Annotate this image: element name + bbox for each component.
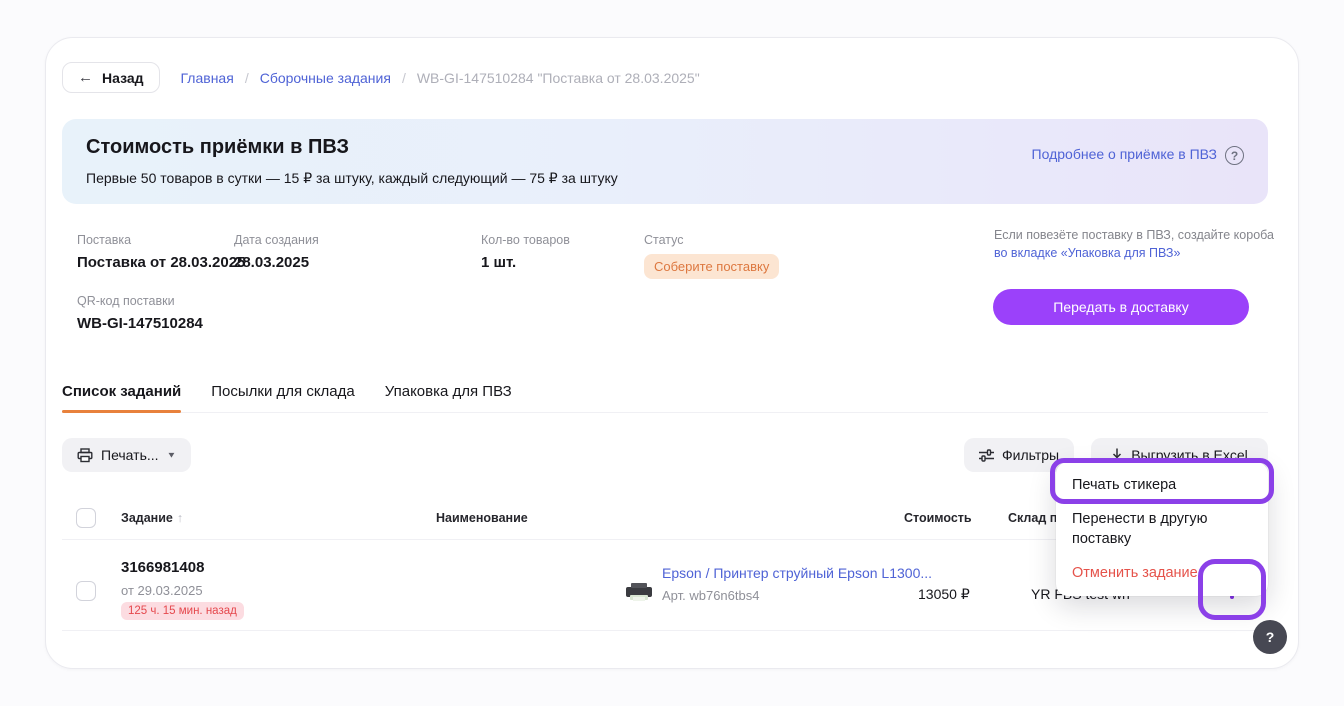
status-badge: Соберите поставку <box>644 254 779 279</box>
tab-pvz-packing[interactable]: Упаковка для ПВЗ <box>385 383 512 412</box>
menu-item-cancel-task[interactable]: Отменить задание <box>1056 556 1268 590</box>
breadcrumb: Главная / Сборочные задания / WB-GI-1475… <box>181 70 700 86</box>
select-all-checkbox[interactable] <box>76 508 96 528</box>
task-date: от 29.03.2025 <box>121 583 203 598</box>
sort-up-icon: ↑ <box>177 511 183 525</box>
breadcrumb-assembly-tasks[interactable]: Сборочные задания <box>260 70 391 86</box>
breadcrumb-separator: / <box>402 70 406 86</box>
tab-bar: Список заданий Посылки для склада Упаков… <box>62 383 1268 413</box>
banner-title: Стоимость приёмки в ПВЗ <box>86 136 618 159</box>
field-label: Дата создания <box>234 233 319 247</box>
field-label: Поставка <box>77 233 245 247</box>
export-button-label: Выгрузить в Excel <box>1131 447 1248 463</box>
row-actions-menu: Печать стикера Перенести в другую постав… <box>1056 462 1268 596</box>
filters-button-label: Фильтры <box>1002 447 1059 463</box>
field-supply: Поставка Поставка от 28.03.2025 <box>77 233 245 271</box>
field-value: 1 шт. <box>481 254 570 271</box>
field-items-count: Кол-во товаров 1 шт. <box>481 233 570 271</box>
product-link[interactable]: Epson / Принтер струйный Epson L1300... <box>662 565 932 581</box>
field-label: Статус <box>644 233 779 247</box>
task-id: 3166981408 <box>121 559 204 576</box>
back-button[interactable]: ← Назад <box>62 62 160 93</box>
filters-icon <box>979 449 994 462</box>
field-value: 28.03.2025 <box>234 254 319 271</box>
breadcrumb-current: WB-GI-147510284 "Поставка от 28.03.2025" <box>417 70 700 86</box>
overdue-badge: 125 ч. 15 мин. назад <box>121 602 244 620</box>
field-value: Поставка от 28.03.2025 <box>77 254 245 271</box>
tab-warehouse-parcels[interactable]: Посылки для склада <box>211 383 354 412</box>
chevron-down-icon: ▼ <box>167 451 177 460</box>
product-thumbnail-printer <box>623 580 655 604</box>
product-article: Арт. wb76n6tbs4 <box>662 588 759 603</box>
pvz-details-link[interactable]: Подробнее о приёмке в ПВЗ <box>1032 146 1217 162</box>
banner-link-block: Подробнее о приёмке в ПВЗ ? <box>1032 146 1244 204</box>
print-dropdown-button[interactable]: Печать... ▼ <box>62 438 191 472</box>
field-label: QR-код поставки <box>77 294 203 308</box>
field-qr-code: QR-код поставки WB-GI-147510284 <box>77 294 203 332</box>
back-button-label: Назад <box>102 70 144 86</box>
field-label: Кол-во товаров <box>481 233 570 247</box>
page-background: ← Назад Главная / Сборочные задания / WB… <box>0 0 1344 706</box>
question-circle-icon[interactable]: ? <box>1225 146 1244 165</box>
hint-text: Если повезёте поставку в ПВЗ, создайте к… <box>994 228 1274 242</box>
breadcrumb-row: ← Назад Главная / Сборочные задания / WB… <box>62 62 700 93</box>
table-row-divider <box>62 630 1268 631</box>
packing-tab-link[interactable]: во вкладке «Упаковка для ПВЗ» <box>994 246 1180 260</box>
menu-item-print-sticker[interactable]: Печать стикера <box>1056 468 1268 502</box>
menu-item-move-to-supply[interactable]: Перенести в другую поставку <box>1056 502 1268 556</box>
download-icon <box>1111 448 1123 462</box>
printer-icon <box>77 448 93 463</box>
banner-subtitle: Первые 50 товаров в сутки — 15 ₽ за штук… <box>86 170 618 187</box>
back-arrow-icon: ← <box>78 69 93 86</box>
column-header-label: Задание <box>121 511 173 525</box>
field-status: Статус Соберите поставку <box>644 233 779 279</box>
pvz-pricing-banner: Стоимость приёмки в ПВЗ Первые 50 товаро… <box>62 119 1268 204</box>
print-button-label: Печать... <box>101 447 159 463</box>
column-header-task[interactable]: Задание ↑ <box>121 511 183 525</box>
field-value: WB-GI-147510284 <box>77 315 203 332</box>
field-created-date: Дата создания 28.03.2025 <box>234 233 319 271</box>
column-header-price: Стоимость <box>904 511 972 525</box>
column-header-name: Наименование <box>436 511 528 525</box>
send-to-delivery-button[interactable]: Передать в доставку <box>993 289 1249 325</box>
help-floating-button[interactable]: ? <box>1253 620 1287 654</box>
tab-task-list[interactable]: Список заданий <box>62 383 181 412</box>
pvz-hint-text: Если повезёте поставку в ПВЗ, создайте к… <box>994 227 1276 262</box>
breadcrumb-separator: / <box>245 70 249 86</box>
banner-text-block: Стоимость приёмки в ПВЗ Первые 50 товаро… <box>86 136 618 204</box>
row-price: 13050 ₽ <box>918 586 970 603</box>
breadcrumb-home[interactable]: Главная <box>181 70 234 86</box>
main-card: ← Назад Главная / Сборочные задания / WB… <box>45 37 1299 669</box>
row-checkbox[interactable] <box>76 581 96 601</box>
